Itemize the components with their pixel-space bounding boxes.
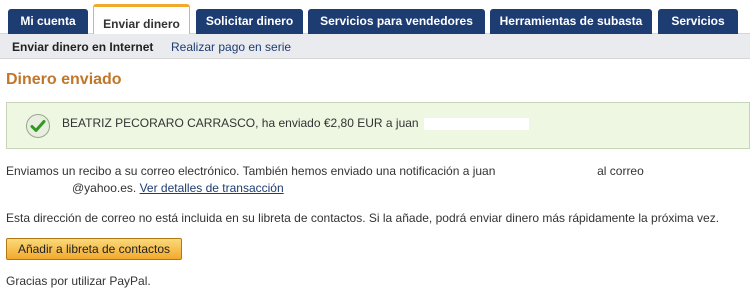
receipt-line-1: Enviamos un recibo a su correo electróni…: [6, 164, 644, 178]
contacts-notice: Esta dirección de correo no está incluid…: [6, 211, 720, 225]
tab-mi-cuenta[interactable]: Mi cuenta: [8, 9, 88, 34]
tab-herramientas-subasta[interactable]: Herramientas de subasta: [490, 9, 652, 34]
redacted-recipient: [423, 117, 529, 130]
tab-servicios[interactable]: Servicios: [658, 9, 738, 34]
subnav: Enviar dinero en Internet Realizar pago …: [0, 34, 750, 59]
receipt-line-2: @yahoo.es. Ver detalles de transacción: [6, 181, 284, 195]
add-to-contacts-button[interactable]: Añadir a libreta de contactos: [6, 238, 182, 260]
success-message-box: BEATRIZ PECORARO CARRASCO, ha enviado €2…: [6, 102, 750, 149]
receipt-text: Enviamos un recibo a su correo electróni…: [6, 164, 496, 178]
thanks-text: Gracias por utilizar PayPal.: [6, 274, 151, 288]
tab-solicitar-dinero[interactable]: Solicitar dinero: [196, 9, 303, 34]
redacted-email-user: [6, 182, 72, 195]
page-title: Dinero enviado: [6, 71, 122, 88]
receipt-email-domain: @yahoo.es.: [72, 181, 137, 195]
receipt-suffix: al correo: [597, 164, 644, 178]
success-text: BEATRIZ PECORARO CARRASCO, ha enviado €2…: [62, 116, 529, 130]
transaction-details-link[interactable]: Ver detalles de transacción: [140, 181, 284, 195]
main-tabs: Mi cuenta Enviar dinero Solicitar dinero…: [0, 0, 750, 35]
tab-enviar-dinero[interactable]: Enviar dinero: [93, 4, 190, 35]
subnav-item-pago-serie[interactable]: Realizar pago en serie: [171, 40, 291, 54]
tab-servicios-vendedores[interactable]: Servicios para vendedores: [308, 9, 485, 34]
subnav-item-enviar-internet[interactable]: Enviar dinero en Internet: [12, 40, 153, 54]
success-message: BEATRIZ PECORARO CARRASCO, ha enviado €2…: [62, 116, 419, 130]
redacted-recipient-name: [498, 165, 594, 178]
check-icon: [26, 114, 50, 138]
